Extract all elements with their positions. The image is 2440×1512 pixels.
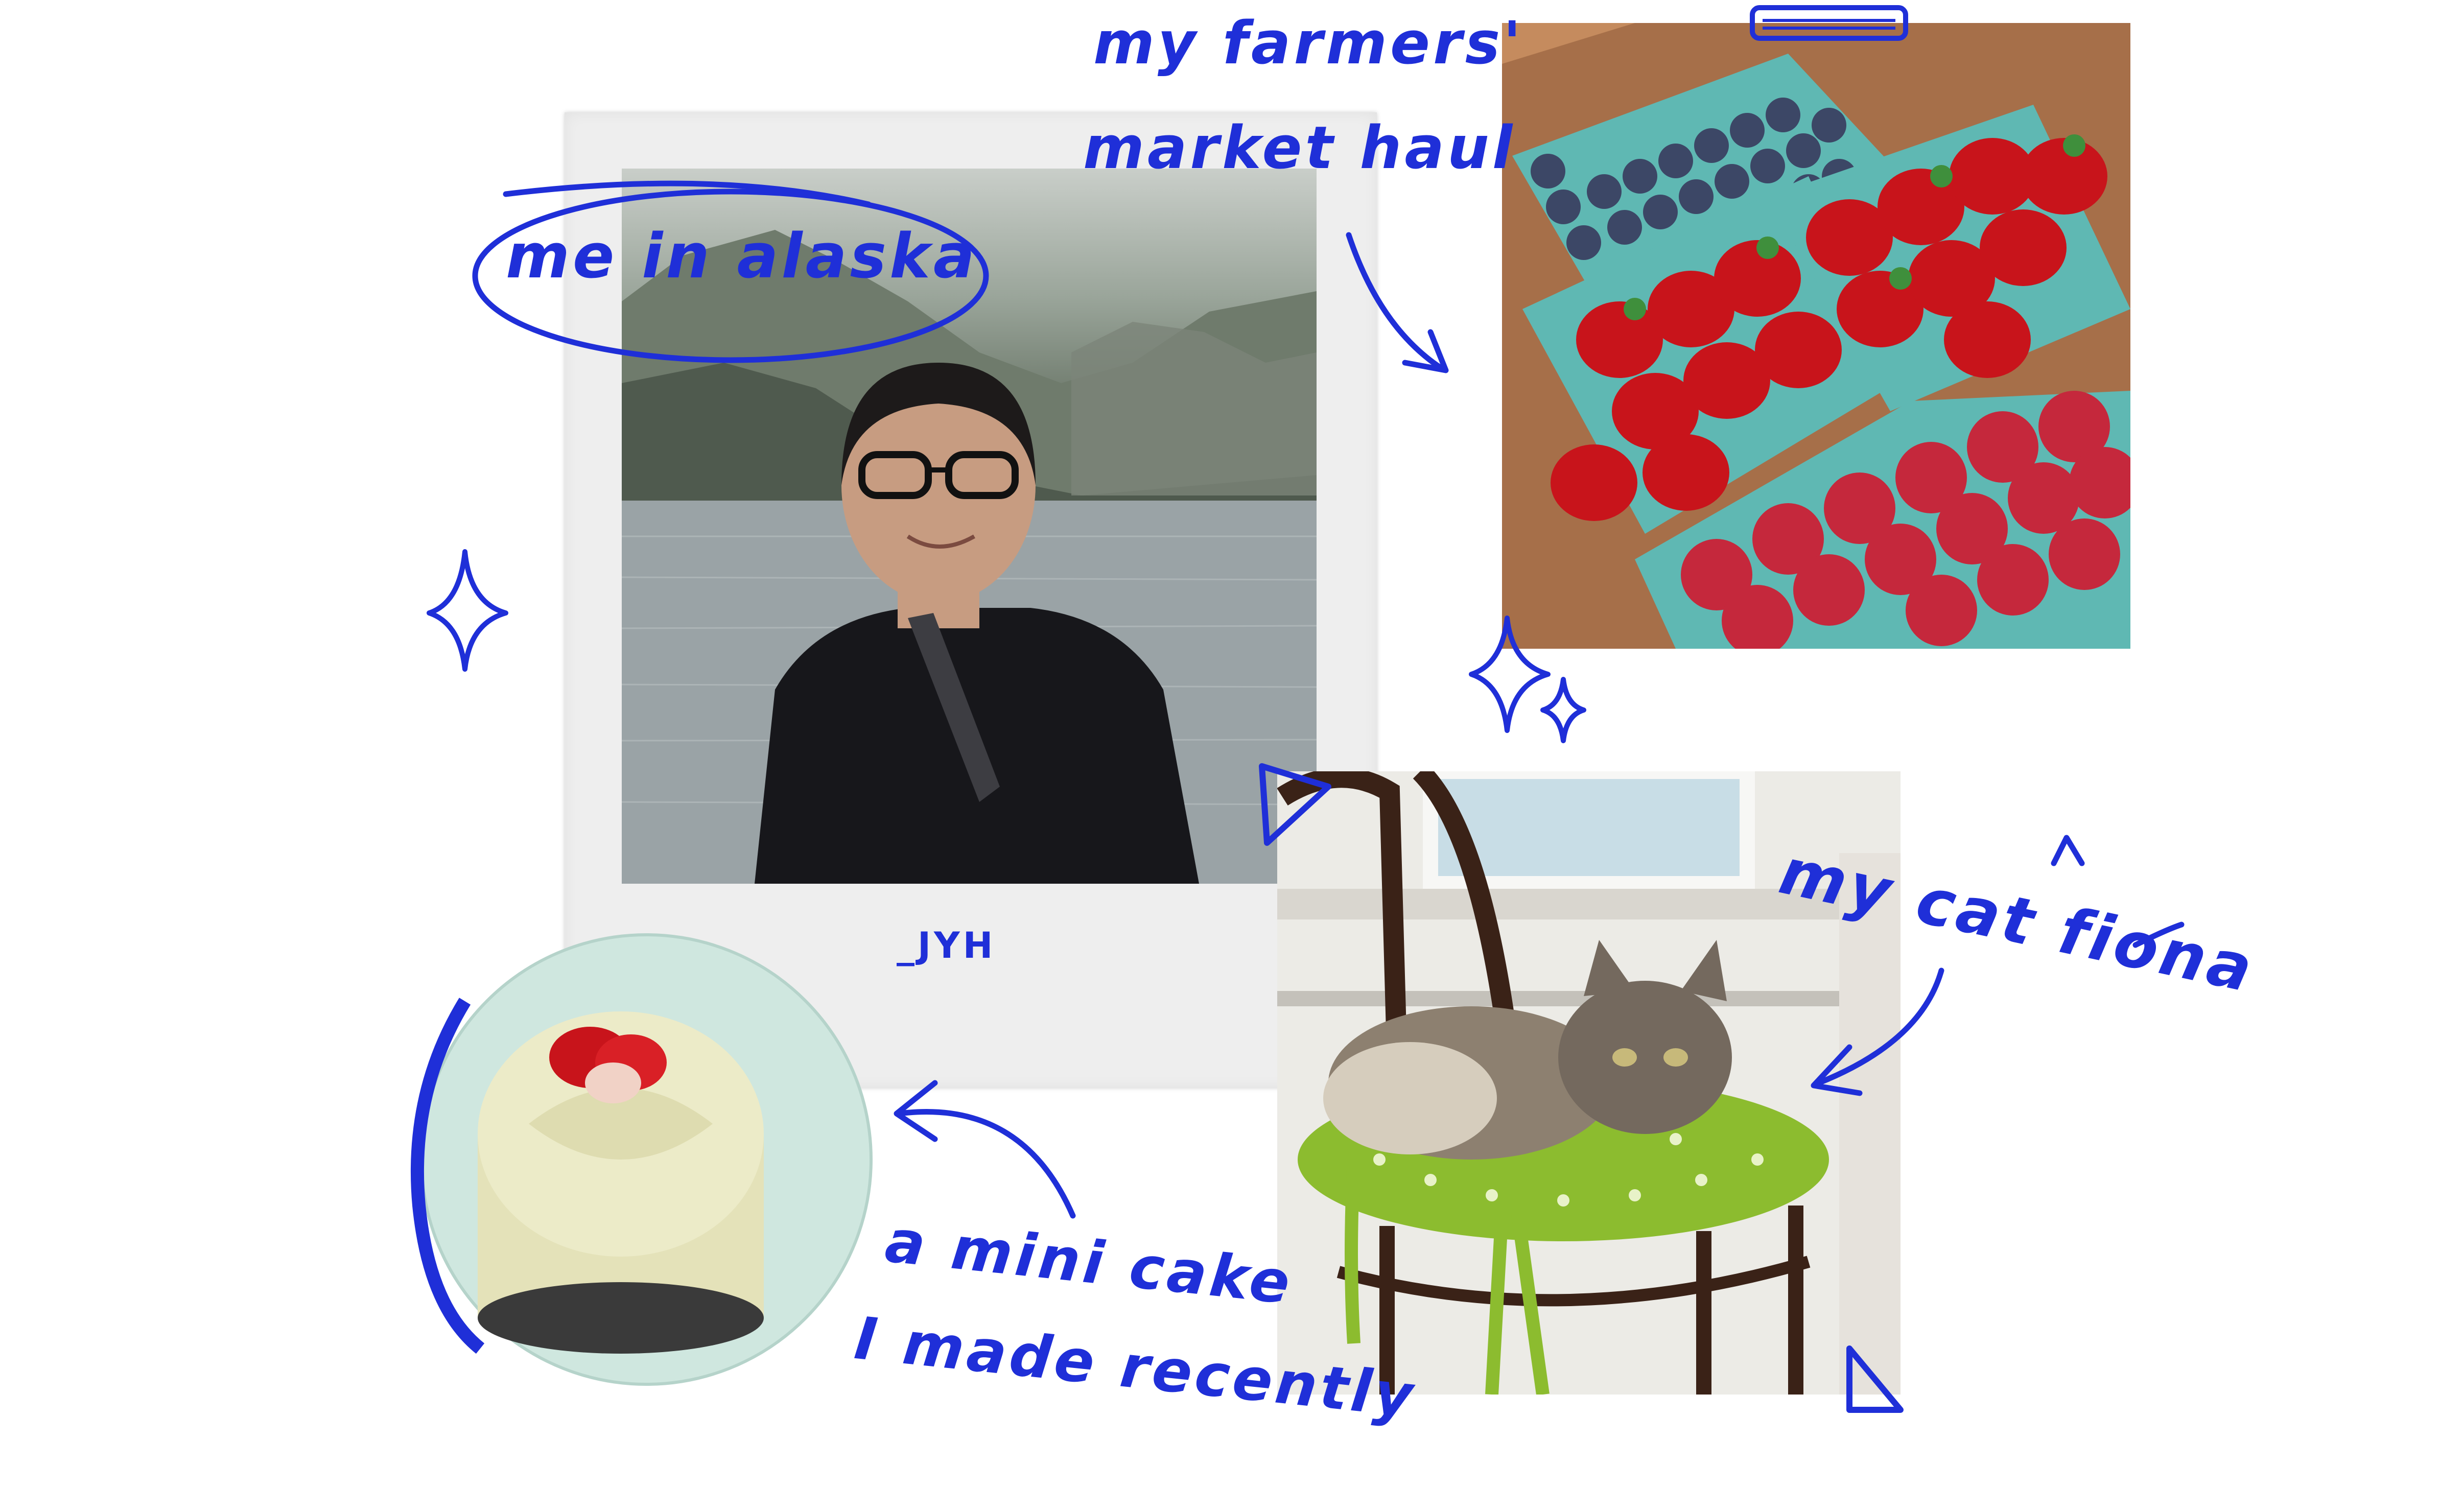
note-alaska: me in alaska bbox=[506, 221, 978, 292]
cake-photo bbox=[406, 930, 897, 1389]
note-cake-line1: a mini cake bbox=[882, 1207, 1296, 1318]
arrow-icon bbox=[896, 1109, 1076, 1219]
sparkle-icon bbox=[427, 549, 508, 672]
note-market-line2: market haul bbox=[1083, 114, 1516, 182]
cake-illustration bbox=[420, 933, 873, 1386]
sparkle-icon bbox=[1540, 677, 1586, 743]
market-photo bbox=[1502, 23, 2130, 649]
berries-illustration bbox=[1502, 23, 2130, 649]
note-market-line1: my farmers' bbox=[1093, 9, 1524, 78]
polaroid-caption: _JYH bbox=[897, 925, 996, 966]
